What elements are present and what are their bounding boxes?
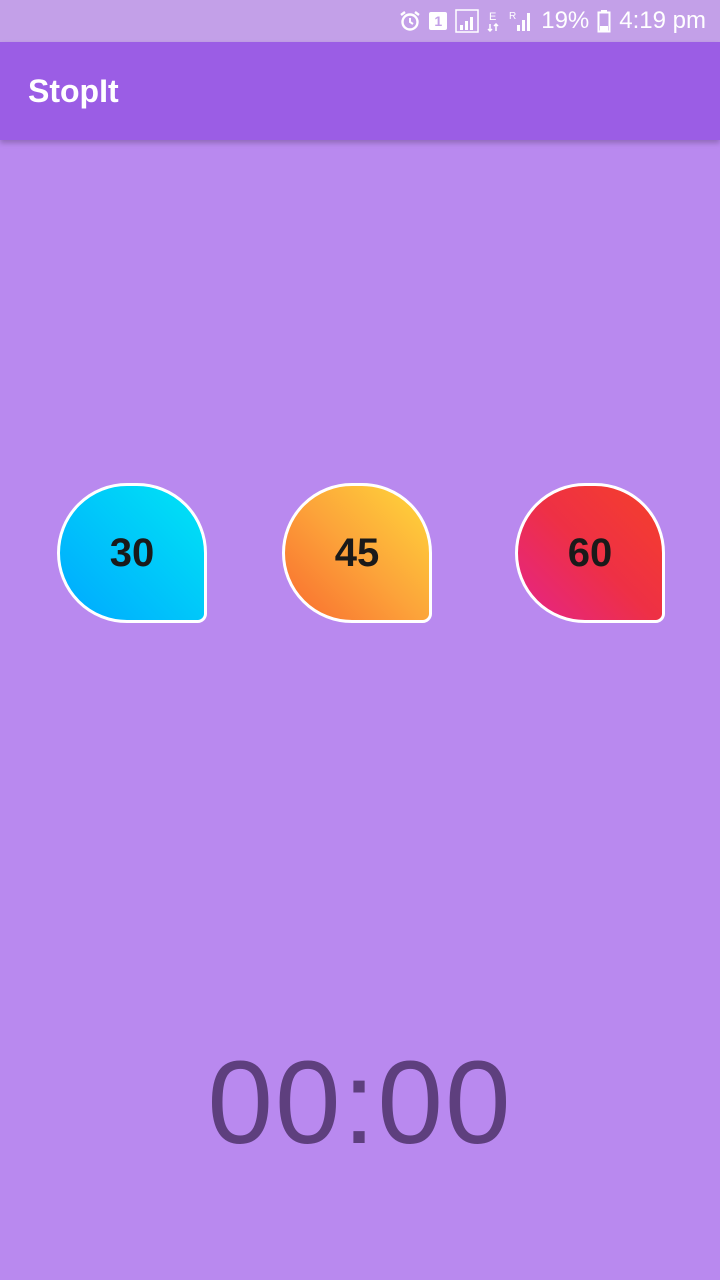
app-bar: StopIt xyxy=(0,42,720,140)
signal-icon xyxy=(455,9,479,33)
timer-45-button[interactable]: 45 xyxy=(282,483,432,623)
sim-icon: 1 xyxy=(429,12,448,30)
countdown-display: 00:00 xyxy=(207,1037,513,1169)
status-time: 4:19 pm xyxy=(619,7,706,34)
battery-icon xyxy=(597,9,611,33)
alarm-icon xyxy=(399,10,421,32)
data-e-icon: E xyxy=(487,9,501,33)
timer-30-button[interactable]: 30 xyxy=(57,483,207,623)
timer-30-label: 30 xyxy=(109,530,155,575)
timer-60-button[interactable]: 60 xyxy=(515,483,665,623)
battery-percent: 19% xyxy=(541,7,590,34)
svg-text:E: E xyxy=(489,11,496,23)
app-title: StopIt xyxy=(28,72,119,109)
signal-r-icon: R xyxy=(509,9,533,33)
svg-text:R: R xyxy=(509,11,516,22)
timer-60-label: 60 xyxy=(567,530,613,575)
timer-45-label: 45 xyxy=(334,530,380,575)
status-bar: 1 E R 19% 4:19 pm xyxy=(0,0,720,42)
